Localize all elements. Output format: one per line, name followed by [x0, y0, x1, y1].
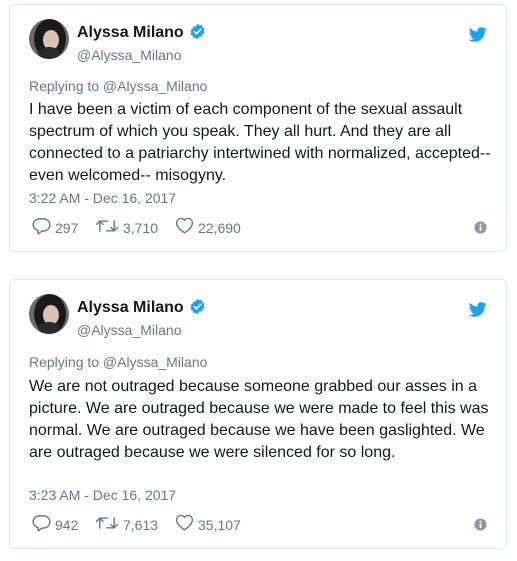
tweet-card[interactable]: Alyssa Milano @Alyssa_Milano Replying to…	[9, 4, 507, 252]
reply-button[interactable]: 942	[32, 514, 79, 537]
author-name[interactable]: Alyssa Milano	[77, 298, 206, 320]
retweet-icon	[95, 218, 119, 239]
reply-icon	[32, 514, 51, 537]
tweet-actions: 942 7,613 35,107	[29, 514, 487, 537]
tweet-text: We are not outraged because someone grab…	[29, 378, 489, 461]
retweet-button[interactable]: 7,613	[95, 515, 158, 535]
timestamp[interactable]: 3:23 AM - Dec 16, 2017	[29, 487, 176, 503]
heart-icon	[175, 514, 194, 536]
like-button[interactable]: 35,107	[175, 514, 241, 536]
reply-count: 297	[55, 220, 79, 236]
verified-badge-icon	[189, 298, 206, 320]
author-name[interactable]: Alyssa Milano	[77, 23, 206, 45]
replying-to[interactable]: Replying to @Alyssa_Milano	[29, 354, 207, 370]
timestamp[interactable]: 3:22 AM - Dec 16, 2017	[29, 190, 176, 206]
avatar[interactable]	[29, 294, 69, 334]
like-button[interactable]: 22,690	[175, 217, 241, 239]
heart-icon	[175, 217, 194, 239]
tweet-text: I have been a victim of each component o…	[29, 101, 491, 184]
tweet-actions: 297 3,710 22,690	[29, 217, 487, 240]
reply-icon	[32, 217, 51, 240]
retweet-count: 7,613	[123, 517, 159, 533]
reply-count: 942	[55, 517, 79, 533]
twitter-bird-icon[interactable]	[468, 27, 487, 47]
like-count: 22,690	[198, 220, 241, 236]
replying-to[interactable]: Replying to @Alyssa_Milano	[29, 78, 207, 94]
info-icon[interactable]	[474, 518, 487, 536]
verified-badge-icon	[189, 23, 206, 45]
author-handle[interactable]: @Alyssa_Milano	[77, 322, 181, 338]
retweet-button[interactable]: 3,710	[95, 218, 158, 238]
author-handle[interactable]: @Alyssa_Milano	[77, 47, 181, 63]
twitter-bird-icon[interactable]	[468, 302, 487, 322]
avatar[interactable]	[29, 19, 69, 59]
reply-button[interactable]: 297	[32, 217, 79, 240]
info-icon[interactable]	[474, 221, 487, 239]
retweet-icon	[95, 515, 119, 536]
retweet-count: 3,710	[123, 220, 159, 236]
like-count: 35,107	[198, 517, 241, 533]
tweet-card[interactable]: Alyssa Milano @Alyssa_Milano Replying to…	[9, 279, 507, 549]
